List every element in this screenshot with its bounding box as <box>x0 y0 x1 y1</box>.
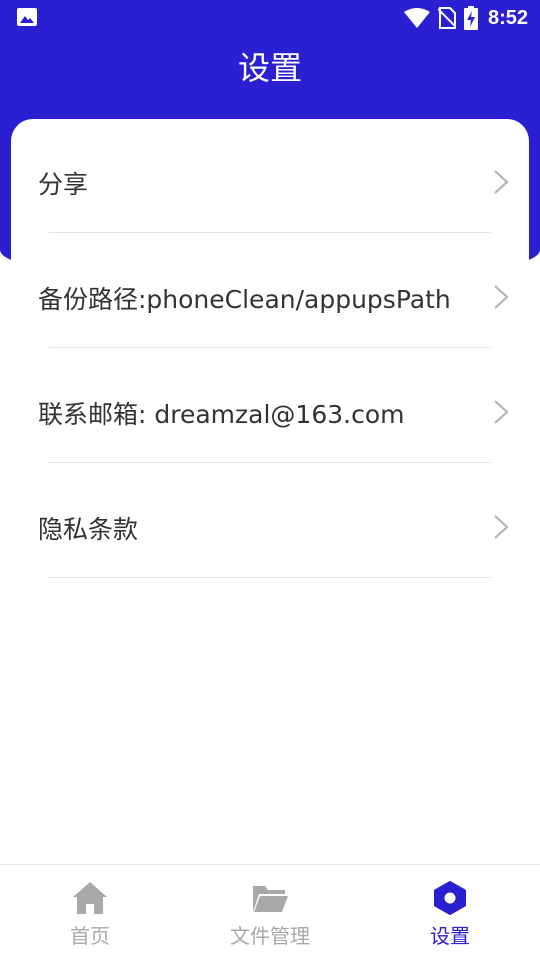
tab-label: 首页 <box>70 924 110 948</box>
tab-settings[interactable]: 设置 <box>360 865 540 961</box>
battery-charging-icon <box>463 6 478 30</box>
wifi-icon <box>403 8 430 28</box>
divider <box>49 232 491 233</box>
tab-home[interactable]: 首页 <box>0 865 180 961</box>
settings-item-privacy-policy[interactable]: 隐私条款 <box>11 470 529 585</box>
tab-label: 设置 <box>430 924 470 948</box>
settings-item-label: 分享 <box>38 169 89 199</box>
divider <box>49 462 491 463</box>
bottom-tab-bar: 首页 文件管理 设置 <box>0 864 540 961</box>
status-icons: 8:52 <box>403 5 528 31</box>
gear-icon <box>434 881 466 915</box>
chevron-right-icon <box>494 400 509 424</box>
tab-label: 文件管理 <box>230 924 310 948</box>
chevron-right-icon <box>494 515 509 539</box>
home-icon <box>73 882 107 914</box>
settings-item-contact-email[interactable]: 联系邮箱: dreamzal@163.com <box>11 355 529 470</box>
image-icon <box>17 8 37 26</box>
settings-card: 分享 备份路径:phoneClean/appupsPath 联系邮箱: drea… <box>11 119 529 879</box>
divider <box>49 577 491 578</box>
status-bar: 8:52 <box>0 0 540 36</box>
page-title: 设置 <box>237 49 302 87</box>
no-sim-icon <box>437 7 456 29</box>
settings-item-share[interactable]: 分享 <box>11 125 529 240</box>
settings-item-backup-path[interactable]: 备份路径:phoneClean/appupsPath <box>11 240 529 355</box>
settings-item-label: 隐私条款 <box>38 514 139 544</box>
status-time: 8:52 <box>487 6 528 29</box>
settings-item-label: 备份路径:phoneClean/appupsPath <box>38 284 451 314</box>
chevron-right-icon <box>494 170 509 194</box>
folder-icon <box>253 886 288 912</box>
divider <box>49 347 491 348</box>
chevron-right-icon <box>494 285 509 309</box>
tab-file-management[interactable]: 文件管理 <box>180 865 360 961</box>
settings-item-label: 联系邮箱: dreamzal@163.com <box>38 399 405 429</box>
